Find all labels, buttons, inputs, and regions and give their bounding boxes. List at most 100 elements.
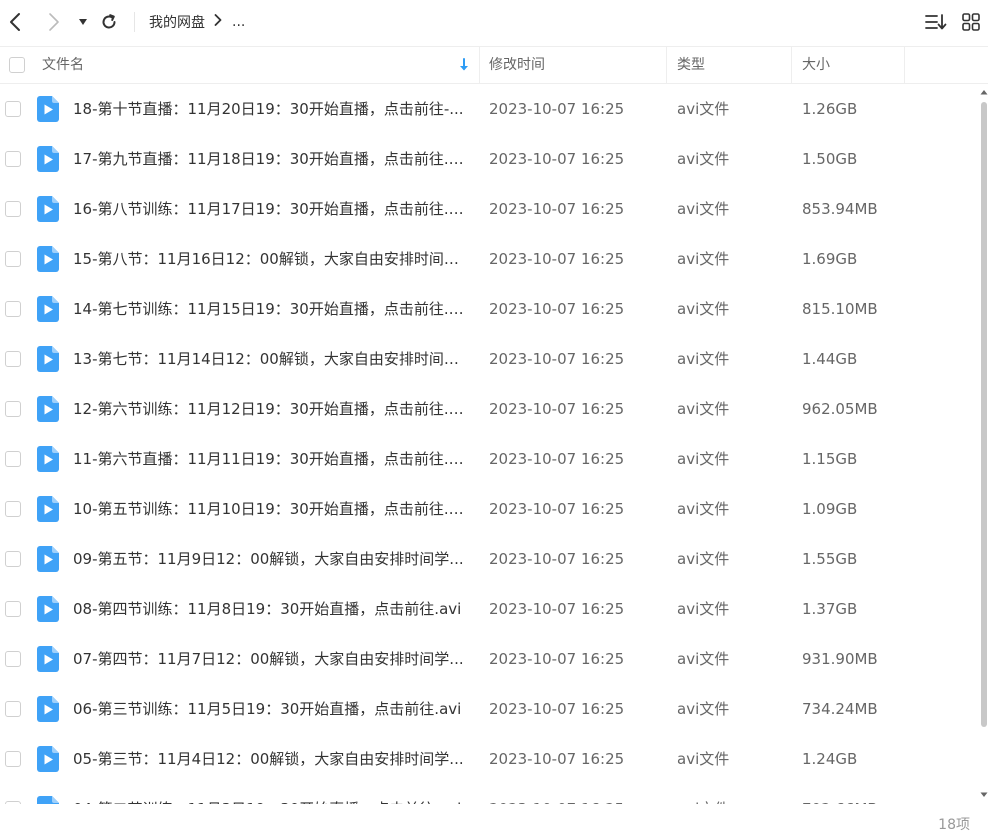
file-row[interactable]: 15-第八节：11月16日12：00解锁，大家自由安排时间学... 2023-10… — [0, 234, 980, 284]
file-size: 1.55GB — [802, 550, 858, 568]
file-modified-time: 2023-10-07 16:25 — [489, 250, 625, 268]
file-size: 1.24GB — [802, 750, 858, 768]
sort-down-arrow-icon[interactable] — [458, 57, 470, 73]
file-name[interactable]: 12-第六节训练：11月12日19：30开始直播，点击前往.avi — [73, 384, 468, 434]
file-row[interactable]: 16-第八节训练：11月17日19：30开始直播，点击前往.avi 2023-10… — [0, 184, 980, 234]
toolbar-divider — [134, 12, 135, 32]
history-dropdown-button[interactable] — [76, 10, 90, 34]
breadcrumb-root[interactable]: 我的网盘 — [149, 12, 205, 32]
file-name[interactable]: 15-第八节：11月16日12：00解锁，大家自由安排时间学... — [73, 234, 468, 284]
file-modified-time: 2023-10-07 16:25 — [489, 600, 625, 618]
file-name[interactable]: 10-第五节训练：11月10日19：30开始直播，点击前往.avi — [73, 484, 468, 534]
chevron-left-icon — [10, 13, 20, 31]
file-row[interactable]: 07-第四节：11月7日12：00解锁，大家自由安排时间学... 2023-10-… — [0, 634, 980, 684]
video-file-icon — [37, 396, 59, 422]
select-all-checkbox[interactable] — [9, 57, 25, 73]
column-separator — [791, 47, 792, 84]
breadcrumb: 我的网盘 ... — [149, 11, 245, 33]
file-name[interactable]: 05-第三节：11月4日12：00解锁，大家自由安排时间学... — [73, 734, 468, 784]
column-separator — [479, 47, 480, 84]
refresh-icon — [102, 14, 116, 29]
row-checkbox[interactable] — [5, 151, 21, 167]
row-checkbox[interactable] — [5, 651, 21, 667]
file-size: 734.24MB — [802, 700, 878, 718]
file-name[interactable]: 18-第十节直播：11月20日19：30开始直播，点击前往-... — [73, 84, 468, 134]
file-size: 1.69GB — [802, 250, 858, 268]
scroll-up-arrow-icon[interactable] — [980, 88, 988, 96]
file-type: avi文件 — [677, 150, 730, 168]
file-name[interactable]: 07-第四节：11月7日12：00解锁，大家自由安排时间学... — [73, 634, 468, 684]
file-name[interactable]: 09-第五节：11月9日12：00解锁，大家自由安排时间学... — [73, 534, 468, 584]
row-checkbox[interactable] — [5, 201, 21, 217]
file-row[interactable]: 08-第四节训练：11月8日19：30开始直播，点击前往.avi 2023-10-… — [0, 584, 980, 634]
file-name[interactable]: 13-第七节：11月14日12：00解锁，大家自由安排时间学... — [73, 334, 468, 384]
column-name[interactable]: 文件名 — [42, 47, 84, 84]
file-row[interactable]: 13-第七节：11月14日12：00解锁，大家自由安排时间学... 2023-10… — [0, 334, 980, 384]
video-file-icon — [37, 346, 59, 372]
scrollbar-thumb[interactable] — [981, 102, 987, 727]
column-type[interactable]: 类型 — [677, 47, 705, 84]
status-bar: 18项 — [0, 804, 988, 836]
file-size: 1.15GB — [802, 450, 858, 468]
file-name[interactable]: 06-第三节训练：11月5日19：30开始直播，点击前往.avi — [73, 684, 468, 734]
row-checkbox[interactable] — [5, 501, 21, 517]
file-type: avi文件 — [677, 500, 730, 518]
file-size: 962.05MB — [802, 400, 878, 418]
file-row[interactable]: 06-第三节训练：11月5日19：30开始直播，点击前往.avi 2023-10-… — [0, 684, 980, 734]
row-checkbox[interactable] — [5, 301, 21, 317]
file-type: avi文件 — [677, 200, 730, 218]
file-modified-time: 2023-10-07 16:25 — [489, 500, 625, 518]
file-row[interactable]: 18-第十节直播：11月20日19：30开始直播，点击前往-... 2023-10… — [0, 84, 980, 134]
file-modified-time: 2023-10-07 16:25 — [489, 450, 625, 468]
row-checkbox[interactable] — [5, 701, 21, 717]
file-size: 1.09GB — [802, 500, 858, 518]
breadcrumb-more[interactable]: ... — [232, 14, 245, 30]
refresh-button[interactable] — [97, 10, 121, 34]
file-row[interactable]: 05-第三节：11月4日12：00解锁，大家自由安排时间学... 2023-10-… — [0, 734, 980, 784]
column-separator — [666, 47, 667, 84]
column-size[interactable]: 大小 — [802, 47, 830, 84]
file-name[interactable]: 16-第八节训练：11月17日19：30开始直播，点击前往.avi — [73, 184, 468, 234]
file-name[interactable]: 08-第四节训练：11月8日19：30开始直播，点击前往.avi — [73, 584, 468, 634]
forward-button[interactable] — [43, 10, 65, 34]
file-type: avi文件 — [677, 450, 730, 468]
file-name[interactable]: 14-第七节训练：11月15日19：30开始直播，点击前往.avi — [73, 284, 468, 334]
row-checkbox[interactable] — [5, 401, 21, 417]
file-size: 1.37GB — [802, 600, 858, 618]
file-name[interactable]: 17-第九节直播：11月18日19：30开始直播，点击前往.avi — [73, 134, 468, 184]
file-size: 853.94MB — [802, 200, 878, 218]
file-row[interactable]: 14-第七节训练：11月15日19：30开始直播，点击前往.avi 2023-10… — [0, 284, 980, 334]
file-modified-time: 2023-10-07 16:25 — [489, 350, 625, 368]
file-row[interactable]: 17-第九节直播：11月18日19：30开始直播，点击前往.avi 2023-10… — [0, 134, 980, 184]
row-checkbox[interactable] — [5, 251, 21, 267]
row-checkbox[interactable] — [5, 451, 21, 467]
row-checkbox[interactable] — [5, 751, 21, 767]
file-row[interactable]: 12-第六节训练：11月12日19：30开始直播，点击前往.avi 2023-10… — [0, 384, 980, 434]
file-row[interactable]: 11-第六节直播：11月11日19：30开始直播，点击前往.avi 2023-10… — [0, 434, 980, 484]
back-button[interactable] — [4, 10, 26, 34]
file-name[interactable]: 11-第六节直播：11月11日19：30开始直播，点击前往.avi — [73, 434, 468, 484]
row-checkbox[interactable] — [5, 351, 21, 367]
file-type: avi文件 — [677, 250, 730, 268]
file-row[interactable]: 04-第二节训练：11月3日19：30开始直播，点击前往.avi 2023-10-… — [0, 784, 980, 804]
video-file-icon — [37, 196, 59, 222]
scroll-down-arrow-icon[interactable] — [980, 791, 988, 799]
file-modified-time: 2023-10-07 16:25 — [489, 784, 624, 804]
file-type: avi文件 — [677, 650, 730, 668]
row-checkbox[interactable] — [5, 601, 21, 617]
file-modified-time: 2023-10-07 16:25 — [489, 550, 625, 568]
grid-view-button[interactable] — [960, 11, 982, 33]
file-row[interactable]: 10-第五节训练：11月10日19：30开始直播，点击前往.avi 2023-10… — [0, 484, 980, 534]
breadcrumb-separator-icon — [214, 14, 222, 30]
vertical-scrollbar[interactable] — [980, 84, 988, 804]
row-checkbox[interactable] — [5, 101, 21, 117]
file-size: 1.50GB — [802, 150, 858, 168]
file-row[interactable]: 09-第五节：11月9日12：00解锁，大家自由安排时间学... 2023-10-… — [0, 534, 980, 584]
column-header: 文件名 修改时间 类型 大小 — [0, 46, 988, 84]
row-checkbox[interactable] — [5, 551, 21, 567]
sort-options-button[interactable] — [924, 11, 948, 33]
chevron-right-icon — [49, 13, 59, 31]
video-file-icon — [37, 246, 59, 272]
file-name[interactable]: 04-第二节训练：11月3日19：30开始直播，点击前往.avi — [73, 784, 468, 804]
column-modified-time[interactable]: 修改时间 — [489, 47, 545, 84]
